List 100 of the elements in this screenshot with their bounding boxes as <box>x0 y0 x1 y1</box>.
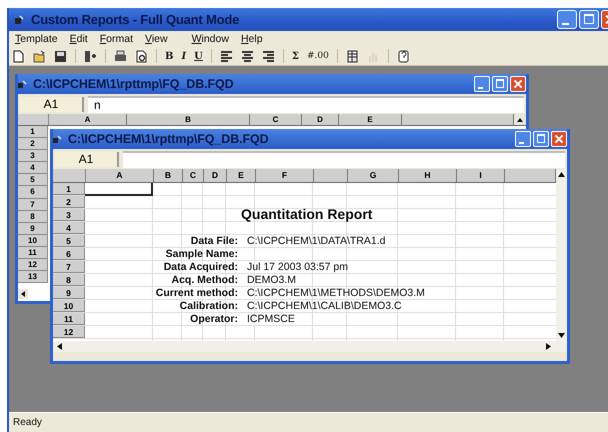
row-header[interactable]: 5 <box>53 235 85 247</box>
print-preview-icon[interactable] <box>135 50 148 62</box>
scroll-left-arrow[interactable] <box>18 289 28 299</box>
new-document-icon[interactable] <box>12 50 25 62</box>
close-button[interactable] <box>510 76 526 92</box>
align-left-icon[interactable] <box>220 50 233 62</box>
maximize-button[interactable] <box>579 10 599 29</box>
row-header[interactable]: 9 <box>53 287 85 299</box>
row-header[interactable]: 2 <box>18 138 48 150</box>
column-header[interactable]: B <box>154 169 183 182</box>
cell-reference[interactable]: A1 <box>20 96 84 112</box>
window-title: Custom Reports - Full Quant Mode <box>31 12 240 27</box>
row-header[interactable]: 6 <box>53 248 85 260</box>
field-label: Acq. Method: <box>172 274 238 287</box>
document-icon <box>53 134 62 144</box>
minimize-button[interactable] <box>557 10 577 29</box>
field-label: Operator: <box>190 313 238 326</box>
maximize-button[interactable] <box>492 76 508 92</box>
row-header[interactable]: 13 <box>18 271 48 284</box>
column-header[interactable]: G <box>348 169 399 182</box>
cell-cursor[interactable] <box>85 183 153 196</box>
row-header[interactable]: 1 <box>53 183 85 195</box>
field-value: C:\ICPCHEM\1\METHODS\DEMO3.M <box>247 287 425 300</box>
row-header[interactable]: 4 <box>18 162 48 174</box>
field-label: Data File: <box>190 235 238 248</box>
toolbar-button[interactable]: #.00 <box>306 51 329 61</box>
menu-item[interactable]: Window <box>192 33 229 45</box>
status-text: Ready <box>13 417 42 428</box>
table-icon[interactable] <box>346 50 359 62</box>
column-header[interactable]: D <box>204 169 227 182</box>
document-icon <box>18 80 27 88</box>
row-header[interactable]: 1 <box>18 126 48 138</box>
toolbar-button[interactable]: I <box>181 50 186 62</box>
column-header[interactable]: D <box>302 114 339 125</box>
menu-item[interactable]: Template <box>15 33 58 45</box>
column-header[interactable]: H <box>399 169 457 182</box>
field-value: Jul 17 2003 03:57 pm <box>247 261 348 274</box>
window-title: C:\ICPCHEM\1\rpttmp\FQ_DB.FQD <box>68 132 269 146</box>
column-header[interactable]: C <box>250 114 302 125</box>
formula-field[interactable] <box>123 150 565 168</box>
row-header[interactable]: 10 <box>53 300 85 312</box>
cell-reference[interactable]: A1 <box>55 152 119 166</box>
row-header[interactable]: 12 <box>53 326 85 338</box>
column-header[interactable]: A <box>49 114 127 125</box>
scroll-right-arrow[interactable] <box>546 343 551 350</box>
column-header[interactable]: E <box>339 114 402 125</box>
field-label: Sample Name: <box>166 248 238 261</box>
toolbar-button[interactable]: Σ <box>292 50 299 62</box>
column-header[interactable]: B <box>127 114 250 125</box>
menu-item[interactable]: View <box>144 33 168 45</box>
help-icon[interactable] <box>396 50 410 62</box>
field-label: Data Acquired: <box>164 261 238 274</box>
row-header[interactable]: 8 <box>18 210 48 223</box>
horizontal-scrollbar[interactable] <box>53 341 567 352</box>
row-header[interactable]: 11 <box>53 313 85 325</box>
open-folder-icon[interactable] <box>33 50 46 62</box>
column-header[interactable]: A <box>86 169 154 182</box>
maximize-button[interactable] <box>533 131 549 147</box>
vertical-scrollbar[interactable] <box>556 169 567 341</box>
column-header[interactable]: C <box>183 169 204 182</box>
minimize-button[interactable] <box>515 131 531 147</box>
row-header[interactable]: 12 <box>18 259 48 272</box>
scroll-down-arrow[interactable] <box>558 333 565 338</box>
window-title: C:\ICPCHEM\1\rpttmp\FQ_DB.FQD <box>33 77 234 91</box>
row-header[interactable]: 8 <box>53 274 85 286</box>
print-icon[interactable] <box>114 50 127 62</box>
insert-field-icon[interactable] <box>84 50 97 62</box>
report-title: Quantitation Report <box>241 205 372 224</box>
column-header[interactable]: F <box>256 169 314 182</box>
menu-item[interactable]: Edit <box>70 33 88 45</box>
column-header[interactable]: E <box>227 169 256 182</box>
toolbar-button[interactable]: U <box>194 50 203 62</box>
menu-item[interactable]: Format <box>100 33 133 45</box>
toolbar-button[interactable]: B <box>165 50 174 62</box>
close-button[interactable] <box>551 131 567 147</box>
row-header[interactable]: 6 <box>18 186 48 199</box>
row-header[interactable]: 2 <box>53 196 85 208</box>
app-icon <box>14 14 24 24</box>
align-right-icon[interactable] <box>262 50 275 62</box>
field-value: C:\ICPCHEM\1\CALIB\DEMO3.C <box>247 300 402 313</box>
scroll-left-arrow[interactable] <box>57 343 62 350</box>
row-header[interactable]: 7 <box>18 198 48 211</box>
row-header[interactable]: 9 <box>18 222 48 235</box>
row-header[interactable]: 3 <box>53 209 85 221</box>
menu-item[interactable]: Help <box>240 33 263 45</box>
scroll-up-arrow[interactable] <box>558 172 565 177</box>
row-header[interactable]: 7 <box>53 261 85 273</box>
field-value: DEMO3.M <box>247 274 296 287</box>
formula-field[interactable]: n <box>88 96 524 112</box>
row-header[interactable]: 3 <box>18 150 48 162</box>
row-header[interactable]: 10 <box>18 234 48 247</box>
field-value: C:\ICPCHEM\1\DATA\TRA1.d <box>247 235 386 248</box>
align-center-icon[interactable] <box>240 50 254 62</box>
minimize-button[interactable] <box>474 76 490 92</box>
field-label: Current method: <box>156 287 238 300</box>
column-header[interactable]: I <box>457 169 505 182</box>
row-header[interactable]: 4 <box>53 222 85 234</box>
row-header[interactable]: 5 <box>18 174 48 186</box>
row-header[interactable]: 11 <box>18 246 48 260</box>
field-label: Calibration: <box>180 300 238 313</box>
